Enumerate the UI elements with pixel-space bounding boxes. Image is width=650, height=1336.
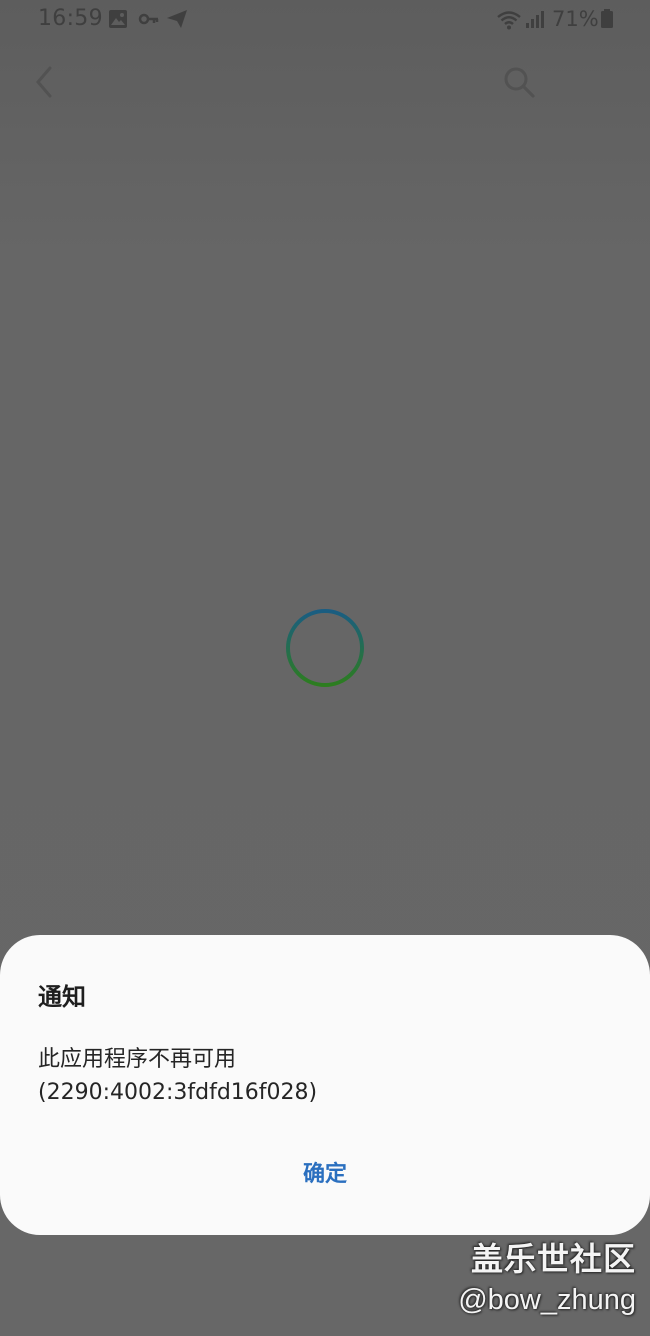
dialog-title: 通知 [38,983,86,1011]
wifi-icon [497,11,521,30]
ok-button[interactable]: 确定 [275,1153,375,1197]
back-button[interactable] [28,62,64,102]
dialog-message-line1: 此应用程序不再可用 [38,1047,237,1072]
loading-spinner-icon [286,609,364,687]
dialog-message-line2: (2290:4002:3fdfd16f028) [38,1080,318,1105]
signal-icon [526,11,544,28]
battery-percent: 71% [552,7,599,31]
watermark-title: 盖乐世社区 [470,1240,636,1278]
chevron-left-icon [36,66,52,98]
notification-dialog: 通知 此应用程序不再可用 (2290:4002:3fdfd16f028) 确定 [0,935,650,1235]
search-button[interactable] [502,65,536,99]
app-screen: 16:59 71% 通知 此应用程序不再可用 (2290:4002:3fdfd1… [0,0,650,1336]
search-icon [504,67,535,98]
dialog-message: 此应用程序不再可用 (2290:4002:3fdfd16f028) [38,1043,317,1109]
key-icon [138,13,159,25]
battery-icon [601,9,613,28]
send-icon [167,10,187,28]
watermark-handle: @bow_zhung [458,1284,636,1316]
image-icon [109,10,127,28]
status-time: 16:59 [38,6,103,31]
status-bar: 16:59 71% [0,0,650,40]
